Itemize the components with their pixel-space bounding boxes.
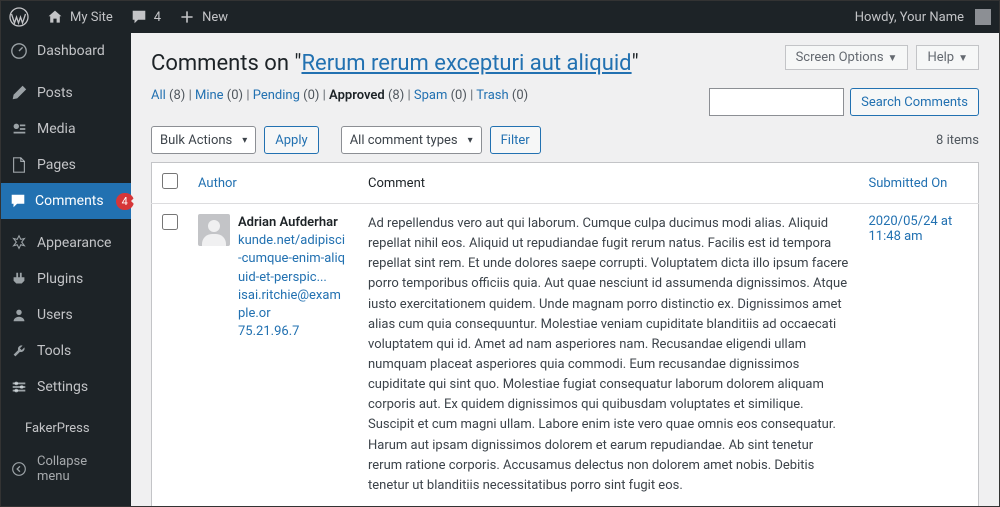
comments-icon <box>129 7 149 27</box>
sidebar-label: Media <box>37 121 76 137</box>
th-author[interactable]: Author <box>188 163 358 204</box>
collapse-label: Collapse menu <box>37 454 123 484</box>
filter-button[interactable]: Filter <box>490 126 541 154</box>
search-input[interactable] <box>709 88 844 116</box>
home-icon <box>45 7 65 27</box>
admin-sidebar: Dashboard Posts Media Pages Comments4 Ap… <box>1 33 131 506</box>
wordpress-icon <box>9 7 29 27</box>
sidebar-label: Pages <box>37 157 76 173</box>
filter-mine[interactable]: Mine <box>195 88 224 103</box>
media-icon <box>9 119 29 139</box>
wp-logo[interactable] <box>1 1 37 33</box>
sidebar-label: Posts <box>37 85 73 101</box>
search-button[interactable]: Search Comments <box>850 88 979 116</box>
site-name: My Site <box>70 10 113 25</box>
sidebar-label: Dashboard <box>37 43 105 59</box>
avatar-icon <box>975 9 991 25</box>
chevron-down-icon: ▼ <box>888 53 898 64</box>
select-all-checkbox[interactable] <box>162 173 178 189</box>
author-name: Adrian Aufderhar <box>238 214 348 232</box>
comment-date[interactable]: 2020/05/24 at 11:48 am <box>869 214 953 244</box>
collapse-menu[interactable]: Collapse menu <box>1 446 131 492</box>
filter-spam[interactable]: Spam <box>414 88 448 103</box>
sidebar-label: Users <box>37 307 73 323</box>
pages-icon <box>9 155 29 175</box>
filter-all[interactable]: All <box>151 88 166 103</box>
table-row: Adrian Aufderhar kunde.net/adipisci-cumq… <box>152 204 979 507</box>
dashboard-icon <box>9 41 29 61</box>
sidebar-item-fakerpress[interactable]: FakerPress <box>1 411 131 446</box>
posts-icon <box>9 83 29 103</box>
sidebar-label: Tools <box>37 343 71 359</box>
comments-count: 4 <box>154 10 161 25</box>
sidebar-item-tools[interactable]: Tools <box>1 333 131 369</box>
comment-text: Ad repellendus vero aut qui laborum. Cum… <box>368 214 849 496</box>
chevron-down-icon: ▼ <box>958 53 968 64</box>
apply-button[interactable]: Apply <box>264 126 318 154</box>
th-submitted[interactable]: Submitted On <box>859 163 979 204</box>
sidebar-item-appearance[interactable]: Appearance <box>1 225 131 261</box>
sidebar-label: Settings <box>37 379 88 395</box>
sidebar-item-users[interactable]: Users <box>1 297 131 333</box>
sidebar-label: Appearance <box>37 235 111 251</box>
items-count: 8 items <box>936 133 979 148</box>
sidebar-item-media[interactable]: Media <box>1 111 131 147</box>
appearance-icon <box>9 233 29 253</box>
filter-pending[interactable]: Pending <box>253 88 300 103</box>
filter-approved[interactable]: Approved <box>329 88 385 103</box>
tools-icon <box>9 341 29 361</box>
comments-table: Author Comment Submitted On Adrian Aufde… <box>151 162 979 506</box>
plus-icon <box>177 7 197 27</box>
post-link[interactable]: Rerum rerum excepturi aut aliquid <box>301 51 631 76</box>
sidebar-item-comments[interactable]: Comments4 <box>1 183 131 219</box>
sidebar-item-plugins[interactable]: Plugins <box>1 261 131 297</box>
account-link[interactable]: Howdy, Your Name <box>847 1 999 33</box>
help-button[interactable]: Help▼ <box>916 45 979 70</box>
filter-trash[interactable]: Trash <box>476 88 508 103</box>
site-link[interactable]: My Site <box>37 1 121 33</box>
comments-menu-icon <box>9 191 27 211</box>
avatar <box>198 214 230 246</box>
settings-icon <box>9 377 29 397</box>
comments-link[interactable]: 4 <box>121 1 169 33</box>
sidebar-item-pages[interactable]: Pages <box>1 147 131 183</box>
new-link[interactable]: New <box>169 1 236 33</box>
sidebar-item-dashboard[interactable]: Dashboard <box>1 33 131 69</box>
new-label: New <box>202 10 228 25</box>
row-checkbox[interactable] <box>162 214 178 230</box>
howdy-text: Howdy, Your Name <box>855 10 964 25</box>
sidebar-label: Comments <box>35 193 104 209</box>
author-email[interactable]: isai.ritchie@example.or <box>238 288 341 321</box>
sidebar-item-posts[interactable]: Posts <box>1 75 131 111</box>
plugins-icon <box>9 269 29 289</box>
sidebar-label: Plugins <box>37 271 83 287</box>
comment-type-select[interactable]: All comment types <box>341 126 482 154</box>
collapse-icon <box>9 459 29 479</box>
author-site[interactable]: kunde.net/adipisci-cumque-enim-aliquid-e… <box>238 233 345 284</box>
th-comment: Comment <box>358 163 859 204</box>
bulk-actions-select[interactable]: Bulk Actions <box>151 126 256 154</box>
status-filters: All (8) | Mine (0) | Pending (0) | Appro… <box>151 88 528 103</box>
author-ip[interactable]: 75.21.96.7 <box>238 324 299 339</box>
screen-options-button[interactable]: Screen Options▼ <box>785 45 909 70</box>
users-icon <box>9 305 29 325</box>
sidebar-item-settings[interactable]: Settings <box>1 369 131 405</box>
sidebar-label: FakerPress <box>25 421 90 436</box>
